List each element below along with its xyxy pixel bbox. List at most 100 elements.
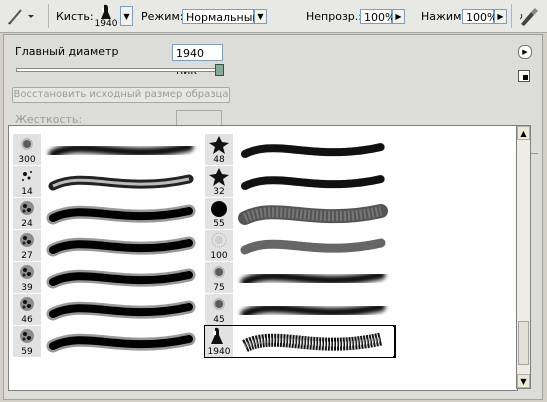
brush-tip-thumbnail: 39 (13, 262, 41, 293)
brush-preset-item[interactable]: 55 (205, 198, 395, 229)
brush-stroke-area (233, 230, 393, 261)
brush-stroke-preview (238, 204, 388, 225)
brush-stroke-area (233, 134, 393, 165)
new-document-icon (523, 75, 528, 80)
play-icon: ▶ (522, 48, 528, 56)
brush-size-label: 55 (213, 219, 225, 229)
mode-select[interactable]: Нормальный (182, 8, 260, 24)
brush-preset-item[interactable]: 59 (13, 326, 203, 357)
brush-preset-item[interactable]: 48 (205, 134, 395, 165)
brush-tip-thumbnail: 48 (205, 134, 233, 165)
brush-stroke-area (41, 230, 201, 261)
brush-preset-list: 300 14 24 27 39 46 59 48 32 55 100 75 45 1940 (8, 125, 518, 391)
master-diameter-input[interactable]: 1940 пик (172, 44, 223, 77)
brush-stroke-area (233, 294, 393, 325)
brush-stroke-preview (240, 270, 386, 287)
brush-label: Кисть: (56, 9, 94, 23)
brush-stroke-preview (46, 300, 196, 321)
brush-tip-thumbnail: 45 (205, 294, 233, 325)
brush-stroke-preview (46, 236, 196, 257)
diameter-slider-handle[interactable] (215, 64, 224, 76)
scroll-down-button[interactable]: ▼ (517, 374, 530, 388)
brush-tip-thumbnail: 55 (205, 198, 233, 229)
brush-tip-thumbnail: 46 (13, 294, 41, 325)
brush-preset-item[interactable]: 300 (13, 134, 203, 165)
opacity-input[interactable]: 100% (360, 8, 395, 24)
brush-preset-item[interactable]: 1940 (204, 325, 396, 358)
brush-size-label: 27 (21, 251, 33, 261)
tool-preset-picker[interactable] (6, 0, 36, 32)
brush-preset-item[interactable]: 46 (13, 294, 203, 325)
airbrush-toggle[interactable] (518, 0, 540, 32)
soft-round-brush-icon (213, 266, 225, 278)
soft-round-brush-icon (213, 298, 225, 310)
brush-tip-thumbnail: 24 (13, 198, 41, 229)
brush-tip-thumbnail: 27 (13, 230, 41, 261)
chalk-brush-icon (20, 297, 34, 311)
pressure-slider-button[interactable]: ▶ (494, 8, 507, 24)
brush-preset-item[interactable]: 27 (13, 230, 203, 261)
brush-size-label: 45 (213, 315, 225, 325)
brush-stroke-area (233, 262, 393, 293)
brush-stroke-preview (241, 143, 385, 158)
brush-stroke-preview (46, 204, 196, 225)
chalk-brush-icon (20, 265, 34, 279)
brush-preset-thumbnail[interactable]: 1940 (94, 0, 118, 32)
splatter-brush-icon (22, 171, 32, 181)
brush-stroke-preview (46, 268, 196, 289)
master-diameter-label: Главный диаметр (15, 45, 119, 58)
brush-stroke-area (233, 166, 393, 197)
brush-stroke-area (41, 326, 201, 357)
chevron-down-icon: ▼ (123, 11, 130, 21)
chevron-down-icon (28, 15, 34, 18)
brush-size-label: 100 (210, 251, 228, 261)
brush-size-label: 300 (18, 155, 36, 165)
brush-stroke-preview (48, 174, 194, 191)
star-brush-icon (209, 168, 229, 186)
brush-preset-item[interactable]: 45 (205, 294, 395, 325)
diameter-slider-track[interactable] (16, 68, 222, 72)
brush-preset-item[interactable]: 100 (205, 230, 395, 261)
chalk-brush-icon (20, 233, 34, 247)
chevron-down-icon: ▼ (257, 11, 264, 21)
brush-tip-thumbnail: 32 (205, 166, 233, 197)
brush-tip-thumbnail: 300 (13, 134, 41, 165)
brush-stroke-preview (240, 238, 386, 255)
brush-stroke-area (41, 134, 201, 165)
brush-stroke-preview (241, 175, 385, 190)
brush-preset-item[interactable]: 75 (205, 262, 395, 293)
restore-size-button[interactable]: Восстановить исходный размер образца (12, 87, 230, 103)
brush-tip-thumbnail: 100 (205, 230, 233, 261)
scroll-up-button[interactable]: ▲ (517, 126, 530, 140)
brush-preset-item[interactable]: 24 (13, 198, 203, 229)
partial-row (13, 126, 513, 133)
new-preset-button[interactable] (518, 70, 530, 82)
brush-stroke-preview (48, 142, 194, 159)
brush-preset-item[interactable]: 32 (205, 166, 395, 197)
brush-preset-item[interactable]: 14 (13, 166, 203, 197)
brush-size-label: 32 (213, 187, 225, 197)
mode-dropdown-button[interactable]: ▼ (254, 8, 267, 24)
pressure-input[interactable]: 100% (462, 8, 497, 24)
brush-preset-item[interactable]: 39 (13, 262, 203, 293)
brush-size-label: 1940 (207, 347, 231, 357)
brush-picker-dropdown[interactable]: ▼ (120, 6, 133, 26)
brush-thumbnail-icon (101, 4, 111, 19)
panel-menu-button[interactable]: ▶ (518, 45, 532, 59)
brush-size-label: 59 (21, 347, 33, 357)
pressure-label: Нажим: (421, 9, 466, 23)
star-brush-icon (209, 136, 229, 154)
brush-stroke-area (41, 166, 201, 197)
options-bar: Кисть: 1940 ▼ Режим: Нормальный ▼ Непроз… (0, 0, 547, 33)
brush-size-readout: 1940 (94, 18, 118, 29)
chalk-brush-icon (20, 201, 34, 215)
brush-stroke-area (233, 198, 393, 229)
brush-tip-thumbnail: 1940 (205, 326, 233, 357)
brush-size-label: 39 (21, 283, 33, 293)
brush-list-scrollbar[interactable]: ▲ ▼ (516, 125, 531, 389)
scroll-thumb[interactable] (518, 321, 529, 365)
brush-size-label: 24 (21, 219, 33, 229)
opacity-slider-button[interactable]: ▶ (392, 8, 405, 24)
brush-size-label: 75 (213, 283, 225, 293)
sampled-figure-brush-icon (211, 327, 223, 344)
